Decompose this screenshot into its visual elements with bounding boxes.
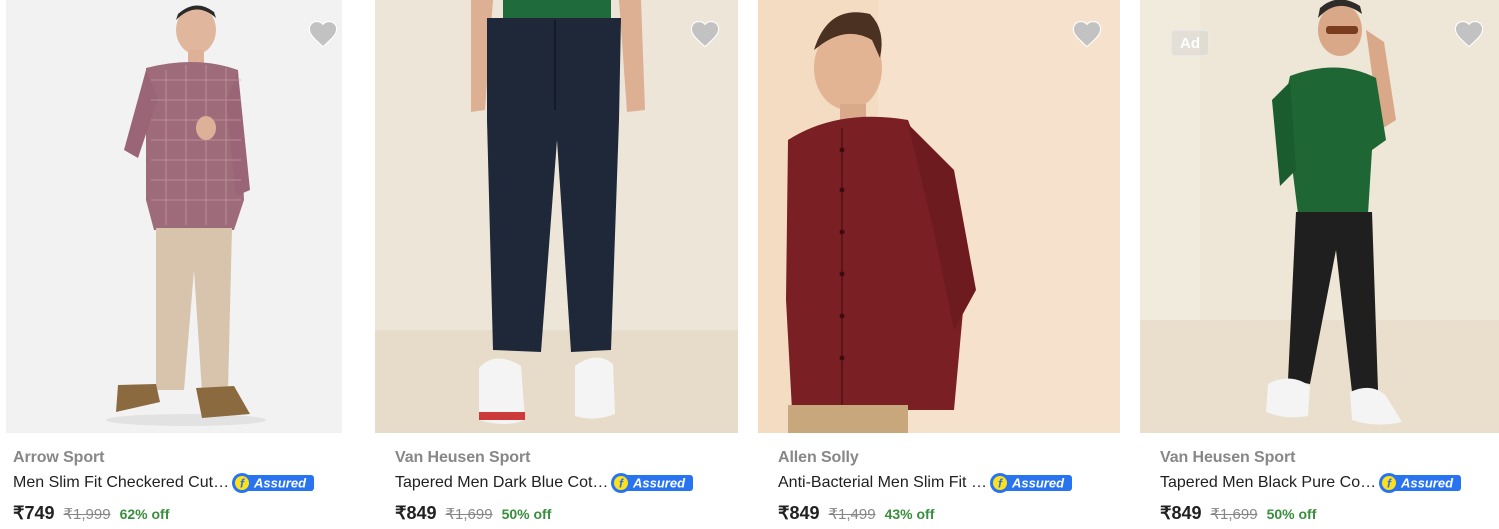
ad-badge: Ad [1171,30,1209,56]
product-image[interactable] [375,0,738,433]
product-image[interactable] [6,0,342,433]
product-card[interactable]: Ad Van Heusen Sport Tapered Men Black Pu… [1140,0,1499,529]
product-image[interactable] [758,0,1120,433]
heart-icon[interactable] [1452,18,1486,48]
flipkart-assured-badge: f Assured [232,473,315,493]
heart-icon[interactable] [1070,18,1104,48]
product-brand: Arrow Sport [13,449,105,466]
product-photo [375,0,738,433]
product-title[interactable]: Tapered Men Dark Blue Cot… [395,474,608,492]
selling-price: ₹749 [13,503,55,523]
product-title[interactable]: Tapered Men Black Pure Co… [1160,474,1376,492]
product-brand: Van Heusen Sport [1160,449,1296,466]
flipkart-assured-badge: f Assured [989,473,1072,493]
selling-price: ₹849 [1160,503,1202,523]
assured-label: Assured [253,476,307,491]
product-image[interactable] [1140,0,1499,433]
discount-percent: 43% off [884,506,935,522]
selling-price: ₹849 [778,503,820,523]
discount-percent: 50% off [1266,506,1317,522]
original-price: ₹1,499 [828,506,876,523]
product-brand: Allen Solly [778,449,859,466]
original-price: ₹1,699 [445,506,493,523]
assured-label: Assured [632,476,686,491]
assured-label: Assured [1400,476,1454,491]
original-price: ₹1,699 [1210,506,1258,523]
product-card[interactable]: Van Heusen Sport Tapered Men Dark Blue C… [375,0,738,529]
product-title[interactable]: Men Slim Fit Checkered Cut… [13,474,229,492]
product-card[interactable]: Arrow Sport Men Slim Fit Checkered Cut… … [6,0,342,529]
original-price: ₹1,999 [63,506,111,523]
assured-label: Assured [1011,476,1065,491]
heart-icon[interactable] [306,18,340,48]
selling-price: ₹849 [395,503,437,523]
product-card[interactable]: Allen Solly Anti-Bacterial Men Slim Fit … [758,0,1120,529]
flipkart-assured-badge: f Assured [1379,473,1462,493]
discount-percent: 50% off [501,506,552,522]
product-title[interactable]: Anti-Bacterial Men Slim Fit … [778,474,987,492]
product-photo [758,0,1120,433]
product-brand: Van Heusen Sport [395,449,531,466]
discount-percent: 62% off [119,506,170,522]
product-photo [1140,0,1499,433]
product-photo [6,0,342,433]
flipkart-assured-badge: f Assured [611,473,694,493]
heart-icon[interactable] [688,18,722,48]
